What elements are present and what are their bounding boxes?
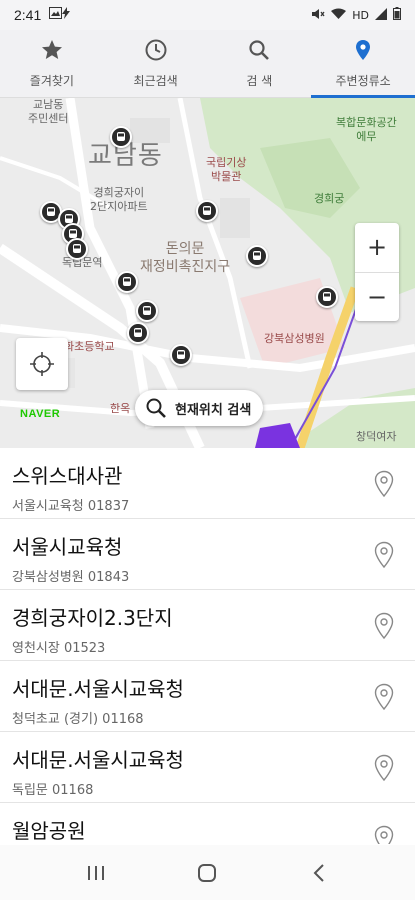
gallery-icon (49, 7, 63, 23)
zoom-control: + − (355, 223, 399, 321)
bus-stop-marker[interactable] (116, 271, 138, 293)
stop-direction: 영천시장 01523 (12, 641, 106, 656)
top-tabs: 즐겨찾기 최근검색 검 색 주변정류소 (0, 30, 415, 98)
status-time: 2:41 (14, 7, 42, 23)
map-label-donuimun: 돈의문 재정비촉진지구 (140, 241, 231, 275)
search-icon (249, 40, 270, 60)
tab-label: 즐겨찾기 (29, 74, 74, 88)
list-item[interactable]: 경희궁자이2.3단지 영천시장 01523 (0, 590, 415, 661)
stop-name: 월암공원 (12, 819, 86, 843)
stop-name: 스위스대사관 (12, 464, 123, 488)
status-bar: 2:41 HD (0, 0, 415, 30)
nearby-stop-list: 스위스대사관 서울시교육청 01837 서울시교육청 강북삼성병원 01843 … (0, 448, 415, 844)
map-label-school: 화초등학교 (64, 340, 115, 353)
map-pin-icon[interactable] (373, 470, 395, 498)
map-label-hospital: 강북삼성병원 (264, 332, 325, 345)
map-label-center: 교남동 주민센터 (28, 98, 69, 125)
zoom-out-button[interactable]: − (355, 271, 399, 322)
tab-label: 검 색 (246, 74, 273, 88)
list-item[interactable]: 서울시교육청 강북삼성병원 01843 (0, 519, 415, 590)
map-label-girls-school: 창덕여자 (356, 430, 397, 443)
signal-icon (375, 7, 387, 23)
battery-icon (393, 7, 401, 23)
recent-apps-icon (87, 865, 104, 880)
tab-search[interactable]: 검 색 (208, 30, 312, 97)
zoom-in-button[interactable]: + (355, 223, 399, 272)
bus-icon (177, 350, 185, 359)
mute-icon (311, 8, 325, 23)
tab-recent[interactable]: 최근검색 (104, 30, 208, 97)
back-icon (313, 863, 324, 882)
search-current-location-button[interactable]: 현재위치 검색 (135, 390, 264, 426)
system-nav-bar (0, 845, 415, 900)
bus-stop-marker[interactable] (196, 200, 218, 222)
stop-direction: 서울시교육청 01837 (12, 499, 130, 514)
clock-icon (145, 39, 167, 61)
bus-stop-marker[interactable] (170, 344, 192, 366)
stop-name: 경희궁자이2.3단지 (12, 606, 173, 630)
list-item[interactable]: 서대문.서울시교육청 청덕초교 (경기) 01168 (0, 661, 415, 732)
bus-icon (203, 206, 211, 215)
map-label-culture: 복합문화공간 에무 (336, 116, 397, 143)
search-icon (146, 398, 166, 418)
recent-apps-button[interactable] (76, 853, 116, 893)
stop-direction: 강북삼성병원 01843 (12, 570, 130, 585)
list-item[interactable]: 월암공원 (0, 803, 415, 844)
stop-name: 서대문.서울시교육청 (12, 677, 184, 701)
star-icon (41, 40, 62, 59)
map-pin-icon[interactable] (373, 612, 395, 640)
bus-icon (47, 207, 55, 216)
bus-stop-marker[interactable] (246, 245, 268, 267)
back-button[interactable] (299, 853, 339, 893)
bus-icon (143, 306, 151, 315)
home-button[interactable] (187, 853, 227, 893)
crosshair-icon (30, 352, 54, 376)
stop-name: 서대문.서울시교육청 (12, 748, 184, 772)
my-location-button[interactable] (16, 338, 68, 390)
bus-icon (73, 244, 81, 253)
search-here-label: 현재위치 검색 (175, 402, 252, 418)
map-label-apartment: 경희궁자이 2단지아파트 (90, 186, 148, 213)
home-icon (198, 863, 217, 882)
wifi-icon (331, 8, 347, 23)
map-pin-icon[interactable] (373, 541, 395, 569)
tab-label: 주변정류소 (335, 74, 391, 88)
bus-icon (323, 292, 331, 301)
flash-icon (62, 7, 71, 23)
list-item[interactable]: 스위스대사관 서울시교육청 01837 (0, 448, 415, 519)
bus-icon (123, 277, 131, 286)
list-item[interactable]: 서대문.서울시교육청 독립문 01168 (0, 732, 415, 803)
bus-icon (134, 328, 142, 337)
bus-icon (253, 251, 261, 260)
tab-nearby-stops[interactable]: 주변정류소 (311, 30, 415, 98)
hd-label: HD (352, 8, 369, 22)
map-label-museum: 국립기상 박물관 (206, 156, 247, 183)
bus-stop-marker[interactable] (316, 286, 338, 308)
location-pin-icon (356, 40, 371, 60)
stop-name: 서울시교육청 (12, 535, 123, 559)
bus-stop-marker[interactable] (110, 126, 132, 148)
tab-label: 최근검색 (133, 74, 178, 88)
bus-icon (117, 132, 125, 141)
bus-stop-marker[interactable] (127, 322, 149, 344)
map-label-hanok: 한옥 (110, 402, 131, 415)
map-label-palace: 경희궁 (314, 192, 345, 205)
naver-logo: NAVER (20, 408, 61, 420)
map-pin-icon[interactable] (373, 825, 395, 844)
map-pin-icon[interactable] (373, 754, 395, 782)
stop-direction: 독립문 01168 (12, 783, 94, 798)
map-pin-icon[interactable] (373, 683, 395, 711)
stop-direction: 청덕초교 (경기) 01168 (12, 712, 144, 727)
bus-stop-marker[interactable] (136, 300, 158, 322)
bus-stop-marker[interactable] (66, 238, 88, 260)
map-view[interactable]: 교남동 주민센터 교남동 경희궁자이 2단지아파트 돈의문 재정비촉진지구 독립문역 … (0, 98, 415, 448)
tab-favorites[interactable]: 즐겨찾기 (0, 30, 104, 97)
